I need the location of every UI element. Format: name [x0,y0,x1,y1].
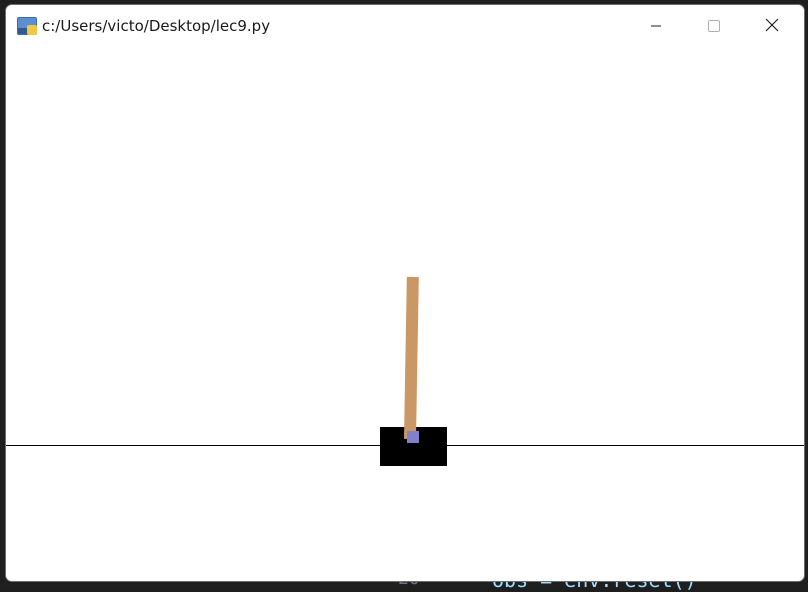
axle [407,431,419,443]
python-app-icon [17,17,37,35]
title-bar[interactable]: c:/Users/victo/Desktop/lec9.py [6,5,804,47]
render-window: c:/Users/victo/Desktop/lec9.py [5,4,805,582]
cartpole-canvas [6,47,804,581]
pole [404,276,419,440]
close-button[interactable] [743,5,801,47]
window-title: c:/Users/victo/Desktop/lec9.py [42,17,271,35]
maximize-button[interactable] [685,5,743,47]
minimize-button[interactable] [627,5,685,47]
minimize-icon [650,17,662,36]
close-icon [765,17,779,36]
maximize-icon [708,17,720,36]
